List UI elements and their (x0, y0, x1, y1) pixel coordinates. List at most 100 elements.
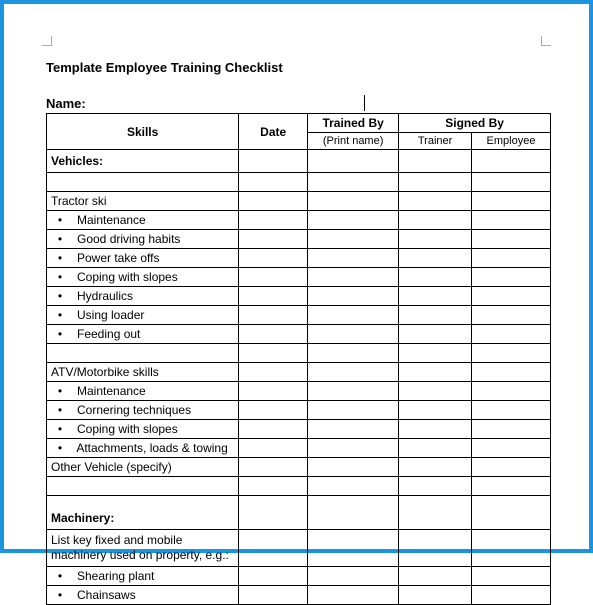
trained-by-cell (308, 268, 399, 287)
table-row: • Coping with slopes (47, 420, 551, 439)
crop-mark-top-left (42, 36, 52, 46)
trainer-cell (399, 439, 472, 458)
date-cell (239, 325, 308, 344)
trained-by-cell (308, 586, 399, 605)
table-row: Vehicles: (47, 150, 551, 173)
bullet-text: Cornering techniques (67, 403, 191, 417)
bullet-icon: • (53, 308, 67, 322)
bullet-text: Hydraulics (67, 289, 133, 303)
crop-mark-top-right (541, 36, 551, 46)
date-cell (239, 230, 308, 249)
table-row: Tractor ski (47, 192, 551, 211)
skills-cell: • Cornering techniques (47, 401, 239, 420)
table-row: • Good driving habits (47, 230, 551, 249)
name-field-row: Name: (46, 95, 551, 111)
employee-cell (472, 363, 551, 382)
bullet-icon: • (53, 251, 67, 265)
trained-by-cell (308, 458, 399, 477)
employee-cell (472, 287, 551, 306)
employee-cell (472, 382, 551, 401)
table-row: • Maintenance (47, 382, 551, 401)
trainer-cell (399, 458, 472, 477)
table-row: • Attachments, loads & towing (47, 439, 551, 458)
employee-cell (472, 344, 551, 363)
skills-cell: List key fixed and mobile machinery used… (47, 530, 239, 567)
trained-by-cell (308, 211, 399, 230)
trainer-cell (399, 192, 472, 211)
name-label: Name: (46, 96, 86, 111)
trained-by-cell (308, 150, 399, 173)
bullet-icon: • (53, 232, 67, 246)
trained-by-cell (308, 420, 399, 439)
skills-cell (47, 344, 239, 363)
date-cell (239, 344, 308, 363)
trained-by-cell (308, 249, 399, 268)
table-row: • Power take offs (47, 249, 551, 268)
trainer-cell (399, 382, 472, 401)
skills-cell: • Good driving habits (47, 230, 239, 249)
employee-cell (472, 477, 551, 496)
header-signed-by: Signed By (399, 114, 551, 133)
trained-by-cell (308, 477, 399, 496)
bullet-icon: • (53, 289, 67, 303)
trained-by-cell (308, 173, 399, 192)
table-row: • Cornering techniques (47, 401, 551, 420)
skills-cell: Vehicles: (47, 150, 239, 173)
skills-cell: • Power take offs (47, 249, 239, 268)
table-row: ATV/Motorbike skills (47, 363, 551, 382)
trainer-cell (399, 401, 472, 420)
trainer-cell (399, 420, 472, 439)
trained-by-cell (308, 287, 399, 306)
trainer-cell (399, 567, 472, 586)
date-cell (239, 249, 308, 268)
skills-cell: • Maintenance (47, 211, 239, 230)
date-cell (239, 420, 308, 439)
employee-cell (472, 530, 551, 567)
bullet-text: Maintenance (67, 213, 146, 227)
skills-cell: ATV/Motorbike skills (47, 363, 239, 382)
trained-by-cell (308, 439, 399, 458)
bullet-text: Chainsaws (67, 588, 136, 602)
trainer-cell (399, 344, 472, 363)
date-cell (239, 192, 308, 211)
employee-cell (472, 586, 551, 605)
trained-by-cell (308, 325, 399, 344)
bullet-icon: • (53, 327, 67, 341)
bullet-text: Using loader (67, 308, 144, 322)
employee-cell (472, 173, 551, 192)
employee-cell (472, 150, 551, 173)
bullet-icon: • (53, 569, 67, 583)
employee-cell (472, 439, 551, 458)
training-checklist-table: Skills Date Trained By Signed By (Print … (46, 113, 551, 605)
skills-cell: • Chainsaws (47, 586, 239, 605)
bullet-text: Shearing plant (67, 569, 154, 583)
date-cell (239, 363, 308, 382)
date-cell (239, 306, 308, 325)
bullet-text: Good driving habits (67, 232, 180, 246)
table-row (47, 344, 551, 363)
skills-cell (47, 173, 239, 192)
skills-cell: Machinery: (47, 496, 239, 530)
trainer-cell (399, 325, 472, 344)
trainer-cell (399, 363, 472, 382)
trained-by-cell (308, 192, 399, 211)
table-row: • Coping with slopes (47, 268, 551, 287)
date-cell (239, 439, 308, 458)
trained-by-cell (308, 363, 399, 382)
table-row (47, 173, 551, 192)
date-cell (239, 382, 308, 401)
trained-by-cell (308, 230, 399, 249)
table-row: Other Vehicle (specify) (47, 458, 551, 477)
trainer-cell (399, 249, 472, 268)
employee-cell (472, 325, 551, 344)
employee-cell (472, 306, 551, 325)
trainer-cell (399, 173, 472, 192)
trainer-cell (399, 477, 472, 496)
bullet-icon: • (53, 384, 67, 398)
table-row (47, 477, 551, 496)
table-row: • Chainsaws (47, 586, 551, 605)
date-cell (239, 268, 308, 287)
page-content: Template Employee Training Checklist Nam… (4, 4, 589, 605)
employee-cell (472, 230, 551, 249)
bullet-icon: • (53, 422, 67, 436)
